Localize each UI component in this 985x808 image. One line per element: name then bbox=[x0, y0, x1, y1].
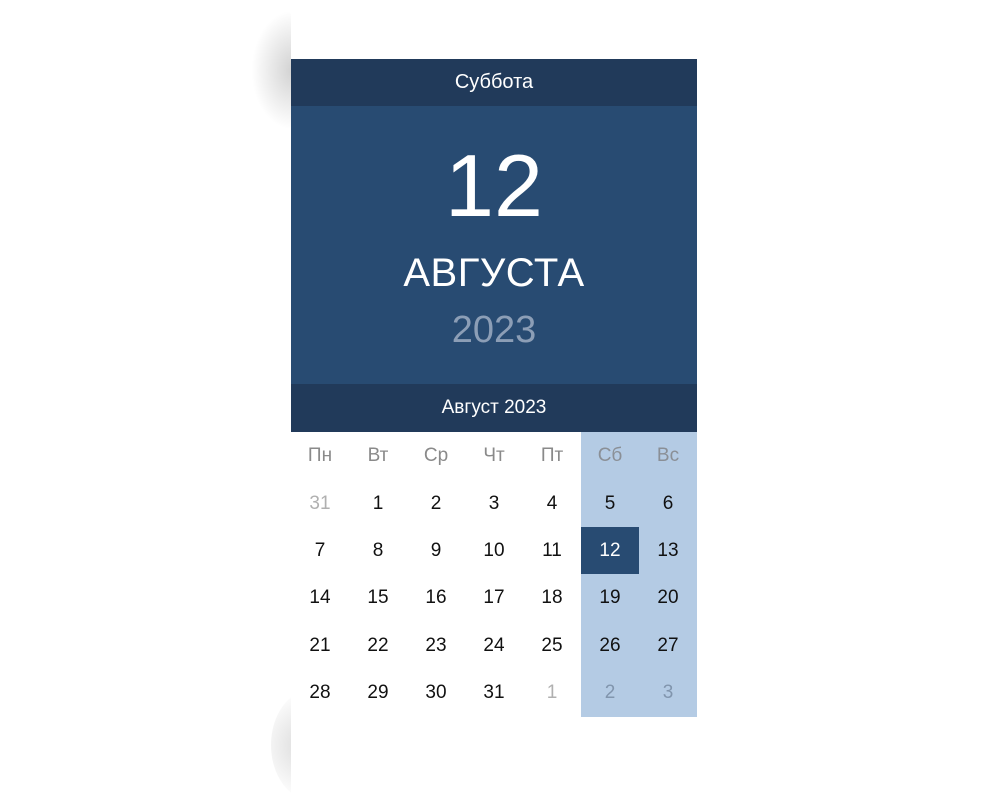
calendar-day[interactable]: 4 bbox=[523, 480, 581, 527]
calendar-week-row: 7 8 9 10 11 12 13 bbox=[291, 527, 697, 575]
calendar-day-outside-month[interactable]: 31 bbox=[291, 480, 349, 527]
calendar-day-outside-month[interactable]: 2 bbox=[581, 670, 639, 717]
calendar-week-row: 28 29 30 31 1 2 3 bbox=[291, 670, 697, 717]
calendar-day[interactable]: 13 bbox=[639, 527, 697, 574]
selected-year: 2023 bbox=[451, 309, 537, 351]
calendar-day[interactable]: 7 bbox=[291, 527, 349, 574]
calendar-day[interactable]: 5 bbox=[581, 480, 639, 527]
calendar-day-outside-month[interactable]: 1 bbox=[523, 670, 581, 717]
calendar-day[interactable]: 1 bbox=[349, 480, 407, 527]
calendar-grid: Пн Вт Ср Чт Пт Сб Вс 31 1 2 3 4 5 6 7 8 9 10 11 12 13 14 15 16… bbox=[291, 432, 697, 717]
selected-month-name: АВГУСТА bbox=[403, 251, 585, 295]
calendar-day[interactable]: 31 bbox=[465, 670, 523, 717]
calendar-day[interactable]: 11 bbox=[523, 527, 581, 574]
calendar-day[interactable]: 8 bbox=[349, 527, 407, 574]
current-weekday: Суббота bbox=[291, 59, 697, 106]
selected-day-number: 12 bbox=[445, 136, 543, 235]
calendar-widget: Суббота 12 АВГУСТА 2023 Август 2023 Пн Вт… bbox=[291, 59, 697, 717]
calendar-day[interactable]: 28 bbox=[291, 670, 349, 717]
weekday-header-6: Сб bbox=[597, 444, 623, 466]
calendar-week-row: 31 1 2 3 4 5 6 bbox=[291, 480, 697, 527]
calendar-day[interactable]: 21 bbox=[291, 622, 349, 669]
weekday-header-5: Пт bbox=[540, 444, 564, 466]
calendar-day[interactable]: 18 bbox=[523, 575, 581, 622]
calendar-day[interactable]: 19 bbox=[581, 575, 639, 622]
weekday-header-row: Пн Вт Ср Чт Пт Сб Вс bbox=[291, 432, 697, 479]
calendar-day[interactable]: 22 bbox=[349, 622, 407, 669]
calendar-day[interactable]: 2 bbox=[407, 480, 465, 527]
calendar-day[interactable]: 20 bbox=[639, 575, 697, 622]
page: Суббота 12 АВГУСТА 2023 Август 2023 Пн Вт… bbox=[0, 0, 985, 808]
calendar-day[interactable]: 17 bbox=[465, 575, 523, 622]
calendar-day[interactable]: 30 bbox=[407, 670, 465, 717]
calendar-week-row: 21 22 23 24 25 26 27 bbox=[291, 622, 697, 669]
calendar-day-selected[interactable]: 12 bbox=[581, 527, 639, 575]
calendar-week-row: 14 15 16 17 18 19 20 bbox=[291, 575, 697, 622]
calendar-day[interactable]: 9 bbox=[407, 527, 465, 574]
calendar-day-outside-month[interactable]: 3 bbox=[639, 670, 697, 717]
weekday-header-1: Пн bbox=[307, 444, 333, 466]
weekday-header-7: Вс bbox=[656, 444, 680, 466]
calendar-day[interactable]: 16 bbox=[407, 575, 465, 622]
calendar-day[interactable]: 6 bbox=[639, 480, 697, 527]
selected-date-panel: 12 АВГУСТА 2023 bbox=[291, 106, 697, 384]
weekday-header-4: Чт bbox=[483, 444, 505, 466]
calendar-day[interactable]: 10 bbox=[465, 527, 523, 574]
calendar-day[interactable]: 3 bbox=[465, 480, 523, 527]
calendar-day[interactable]: 29 bbox=[349, 670, 407, 717]
calendar-day[interactable]: 14 bbox=[291, 575, 349, 622]
calendar-day[interactable]: 24 bbox=[465, 622, 523, 669]
calendar-day[interactable]: 27 bbox=[639, 622, 697, 669]
calendar-day[interactable]: 15 bbox=[349, 575, 407, 622]
calendar-day[interactable]: 26 bbox=[581, 622, 639, 669]
weekday-header-2: Вт bbox=[367, 444, 389, 466]
weekday-header-3: Ср bbox=[423, 444, 449, 466]
calendar-day[interactable]: 23 bbox=[407, 622, 465, 669]
calendar-month-title[interactable]: Август 2023 bbox=[291, 384, 697, 432]
calendar-day[interactable]: 25 bbox=[523, 622, 581, 669]
